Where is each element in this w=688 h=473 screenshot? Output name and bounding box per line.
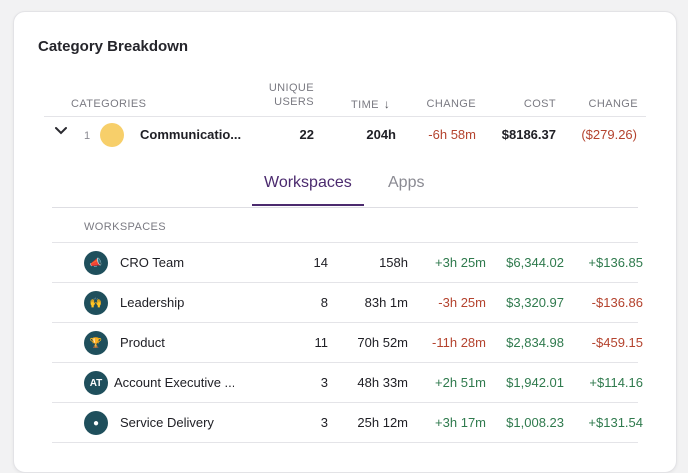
workspace-users: 8 (320, 295, 328, 310)
workspace-time-change: +3h 17m (435, 415, 486, 430)
megaphone-icon: 📣 (84, 251, 108, 275)
header-categories[interactable]: CATEGORIES (71, 97, 146, 111)
header-cost[interactable]: COST (504, 97, 556, 111)
workspace-time-change: -3h 25m (438, 295, 486, 310)
workspace-row[interactable]: ● Service Delivery 3 25h 12m +3h 17m $1,… (52, 402, 643, 442)
chevron-down-icon[interactable] (54, 124, 68, 138)
workspace-name: Product (120, 335, 165, 350)
workspace-users: 14 (313, 255, 328, 270)
category-rank: 1 (84, 130, 91, 142)
workspace-cost-change: -$459.15 (591, 335, 643, 350)
workspace-cost: $1,008.23 (506, 415, 564, 430)
category-cost: $8186.37 (501, 127, 556, 142)
workspaces-list: 📣 CRO Team 14 158h +3h 25m $6,344.02 +$1… (52, 242, 643, 472)
tab-apps[interactable]: Apps (388, 174, 424, 192)
card-title: Category Breakdown (38, 38, 189, 55)
workspace-name: CRO Team (120, 255, 185, 270)
workspaces-header: WORKSPACES (84, 221, 167, 233)
workspace-time: 158h (379, 255, 408, 270)
workspace-time: 83h 1m (364, 295, 408, 310)
header-cost-change[interactable]: CHANGE (578, 97, 638, 111)
header-time[interactable]: TIME ↓ (351, 97, 390, 112)
workspace-row[interactable]: 🏆 Product 11 70h 52m -11h 28m $2,834.98 … (52, 322, 643, 362)
globe-icon: ● (84, 411, 108, 435)
workspace-cost: $6,344.02 (506, 255, 564, 270)
workspace-cost: $3,320.97 (506, 295, 564, 310)
workspace-cost: $2,834.98 (506, 335, 564, 350)
detail-tabs: Workspaces Apps (52, 162, 638, 208)
workspace-name: Account Executive ... (114, 375, 234, 390)
workspace-time: 25h 12m (357, 415, 408, 430)
trophy-icon: 🏆 (84, 331, 108, 355)
category-cost-change: ($279.26) (581, 127, 637, 142)
raised-hands-icon: 🙌 (84, 291, 108, 315)
workspace-users: 3 (320, 375, 328, 390)
workspace-cost-change: +$131.54 (588, 415, 643, 430)
workspace-name: Leadership (120, 295, 185, 310)
workspace-time: 48h 33m (357, 375, 408, 390)
workspace-cost-change: +$136.85 (588, 255, 643, 270)
category-breakdown-card: Category Breakdown CATEGORIES UNIQUE USE… (13, 11, 677, 473)
category-time: 204h (366, 127, 396, 142)
category-color-dot (100, 123, 124, 147)
workspace-row[interactable]: 🙌 Leadership 8 83h 1m -3h 25m $3,320.97 … (52, 282, 643, 322)
category-row[interactable]: 1 Communicatio... 22 204h -6h 58m $8186.… (44, 116, 646, 156)
category-name: Communicatio... (140, 127, 242, 142)
category-users: 22 (299, 127, 314, 142)
workspace-row[interactable]: 📣 CRO Team 14 158h +3h 25m $6,344.02 +$1… (52, 242, 643, 282)
workspace-cost-change: +$114.16 (589, 375, 643, 390)
workspace-users: 11 (314, 335, 329, 350)
workspace-row-partial (52, 442, 638, 472)
tab-workspaces[interactable]: Workspaces (264, 174, 352, 192)
workspace-time-change: +2h 51m (435, 375, 486, 390)
workspace-cost: $1,942.01 (506, 375, 564, 390)
workspace-time-change: +3h 25m (435, 255, 486, 270)
active-tab-indicator (252, 204, 364, 206)
workspace-users: 3 (320, 415, 328, 430)
sort-arrow-down-icon: ↓ (383, 97, 391, 111)
workspace-time: 70h 52m (357, 335, 408, 350)
workspace-time-change: -11h 28m (432, 335, 486, 350)
workspace-name: Service Delivery (120, 415, 214, 430)
header-unique-users[interactable]: UNIQUE USERS (248, 81, 314, 109)
workspace-cost-change: -$136.86 (591, 295, 643, 310)
workspace-row[interactable]: AT Account Executive ... 3 48h 33m +2h 5… (52, 362, 643, 402)
category-time-change: -6h 58m (428, 127, 476, 142)
header-change[interactable]: CHANGE (416, 97, 476, 111)
initials-avatar: AT (84, 371, 108, 395)
